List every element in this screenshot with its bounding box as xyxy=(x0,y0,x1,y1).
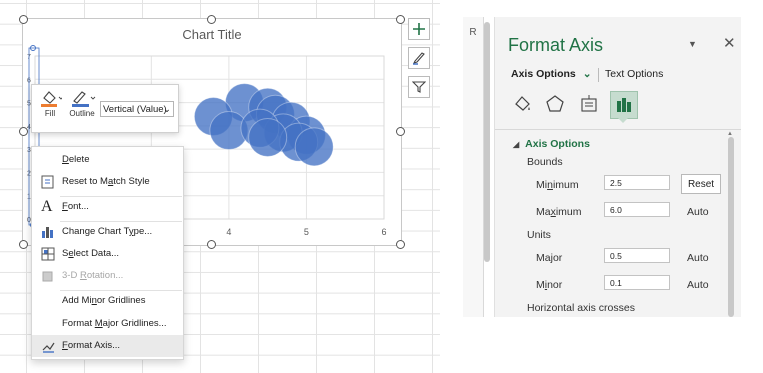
menu-item-font[interactable]: A Font... xyxy=(32,196,183,218)
menu-item-label: Font... xyxy=(62,201,89,212)
size-properties-category[interactable] xyxy=(576,91,602,117)
reset-button[interactable]: Reset xyxy=(681,174,721,194)
chevron-down-icon: ⌄ xyxy=(163,104,171,115)
pane-title: Format Axis xyxy=(508,35,604,55)
menu-item-label: Add Minor Gridlines xyxy=(62,295,146,306)
x-tick-label: 6 xyxy=(381,227,386,237)
data-bubble xyxy=(294,127,334,167)
paint-bucket-icon xyxy=(515,96,530,111)
resize-handle-top-right[interactable] xyxy=(396,15,405,24)
format-axis-pane: Format Axis ▼ ✕ Axis Options ⌄ Text Opti… xyxy=(494,17,741,317)
bounds-heading: Bounds xyxy=(527,156,563,168)
menu-item-change-chart-type[interactable]: Change Chart Type... xyxy=(32,221,183,243)
chart-elements-button[interactable] xyxy=(408,18,430,40)
filter-icon xyxy=(412,81,426,93)
cube-icon xyxy=(42,271,53,282)
resize-handle-bottom[interactable] xyxy=(207,240,216,249)
tab-divider xyxy=(598,68,599,82)
data-bubble xyxy=(248,118,288,157)
menu-item-select-data[interactable]: Select Data... xyxy=(32,243,183,265)
menu-item-label: Reset to Match Style xyxy=(62,176,150,187)
pentagon-icon xyxy=(546,95,564,112)
chart-type-icon xyxy=(42,227,53,238)
menu-item-label: 3-D Rotation... xyxy=(62,270,124,281)
resize-handle-left[interactable] xyxy=(19,127,28,136)
pane-divider xyxy=(495,129,741,130)
menu-item-add-minor-gridlines[interactable]: Add Minor Gridlines xyxy=(32,290,183,312)
menu-item-label: Format Major Gridlines... xyxy=(62,318,167,329)
mini-toolbar: Fill Outline Vertical (Value) ⌄ xyxy=(31,84,179,133)
close-icon[interactable]: ✕ xyxy=(723,34,736,52)
effects-category[interactable] xyxy=(542,91,568,117)
chevron-down-icon: ⌄ xyxy=(582,68,592,80)
resize-handle-bottom-left[interactable] xyxy=(19,240,28,249)
chart-element-select-value: Vertical (Value) xyxy=(103,104,167,115)
menu-item-label: Delete xyxy=(62,154,90,165)
menu-item-label: Format Axis... xyxy=(62,340,121,351)
resize-handle-right[interactable] xyxy=(396,127,405,136)
minimum-input[interactable]: 2.5 xyxy=(604,175,670,190)
pen-outline-icon xyxy=(72,91,96,107)
menu-item-delete[interactable]: Delete xyxy=(32,149,183,171)
select-data-icon xyxy=(41,247,55,261)
outline-button[interactable]: Outline xyxy=(68,89,96,118)
menu-item-reset-to-match-style[interactable]: Reset to Match Style xyxy=(32,171,183,193)
paint-bucket-icon xyxy=(41,91,64,107)
maximum-input[interactable]: 6.0 xyxy=(604,202,670,217)
resize-handle-bottom-right[interactable] xyxy=(396,240,405,249)
plus-icon xyxy=(413,23,425,35)
major-input[interactable]: 0.5 xyxy=(604,248,670,263)
chart-styles-button[interactable] xyxy=(408,47,430,69)
menu-item-format-axis[interactable]: Format Axis... xyxy=(32,335,183,357)
context-menu: Delete Reset to Match Style A Font... Ch… xyxy=(31,146,184,360)
collapse-triangle-icon: ◢ xyxy=(513,140,520,149)
fill-line-category[interactable] xyxy=(509,91,535,117)
size-properties-icon xyxy=(581,95,597,112)
tab-axis-options[interactable]: Axis Options ⌄ xyxy=(511,68,592,80)
major-label: Major xyxy=(536,252,563,264)
horizontal-axis-crosses-heading: Horizontal axis crosses xyxy=(527,302,635,314)
maximum-auto-state: Auto xyxy=(687,206,709,218)
resize-handle-top-left[interactable] xyxy=(19,15,28,24)
chart-element-select[interactable]: Vertical (Value) ⌄ xyxy=(100,101,174,117)
minor-auto-state: Auto xyxy=(687,279,709,291)
category-pointer xyxy=(617,117,629,123)
minor-input[interactable]: 0.1 xyxy=(604,275,670,290)
maximum-label: Maximum xyxy=(536,206,582,218)
tab-label: Axis Options xyxy=(511,68,576,80)
bar-chart-icon xyxy=(617,98,631,112)
x-tick-label: 4 xyxy=(226,227,231,237)
section-axis-options[interactable]: ◢ Axis Options xyxy=(513,138,590,150)
tab-label: Text Options xyxy=(605,68,664,80)
row-header-label: R xyxy=(469,27,477,38)
scroll-up-icon[interactable]: ▲ xyxy=(727,131,733,137)
minimum-label: Minimum xyxy=(536,179,579,191)
menu-item-label: Select Data... xyxy=(62,248,120,259)
minor-label: Minor xyxy=(536,279,563,291)
font-icon: A xyxy=(41,198,53,215)
outline-label: Outline xyxy=(69,109,95,118)
units-heading: Units xyxy=(527,229,551,241)
sheet-scrollbar[interactable] xyxy=(484,22,490,262)
x-tick-label: 5 xyxy=(304,227,309,237)
fill-button[interactable]: Fill xyxy=(38,89,64,118)
pane-options-chevron-icon[interactable]: ▼ xyxy=(688,39,697,49)
menu-item-format-major-gridlines[interactable]: Format Major Gridlines... xyxy=(32,313,183,335)
tab-text-options[interactable]: Text Options xyxy=(605,68,663,80)
brush-icon xyxy=(412,52,425,65)
reset-style-icon xyxy=(41,175,54,189)
major-auto-state: Auto xyxy=(687,252,709,264)
resize-handle-top[interactable] xyxy=(207,15,216,24)
menu-item-label: Change Chart Type... xyxy=(62,226,153,237)
section-label: Axis Options xyxy=(525,138,590,150)
menu-item-3d-rotation[interactable]: 3-D Rotation... xyxy=(32,265,183,287)
pane-scrollbar[interactable] xyxy=(728,137,734,317)
fill-label: Fill xyxy=(44,109,56,118)
axis-options-category[interactable] xyxy=(610,91,638,119)
chart-filters-button[interactable] xyxy=(408,76,430,98)
format-axis-icon xyxy=(42,342,55,353)
row-header: R xyxy=(463,17,484,317)
